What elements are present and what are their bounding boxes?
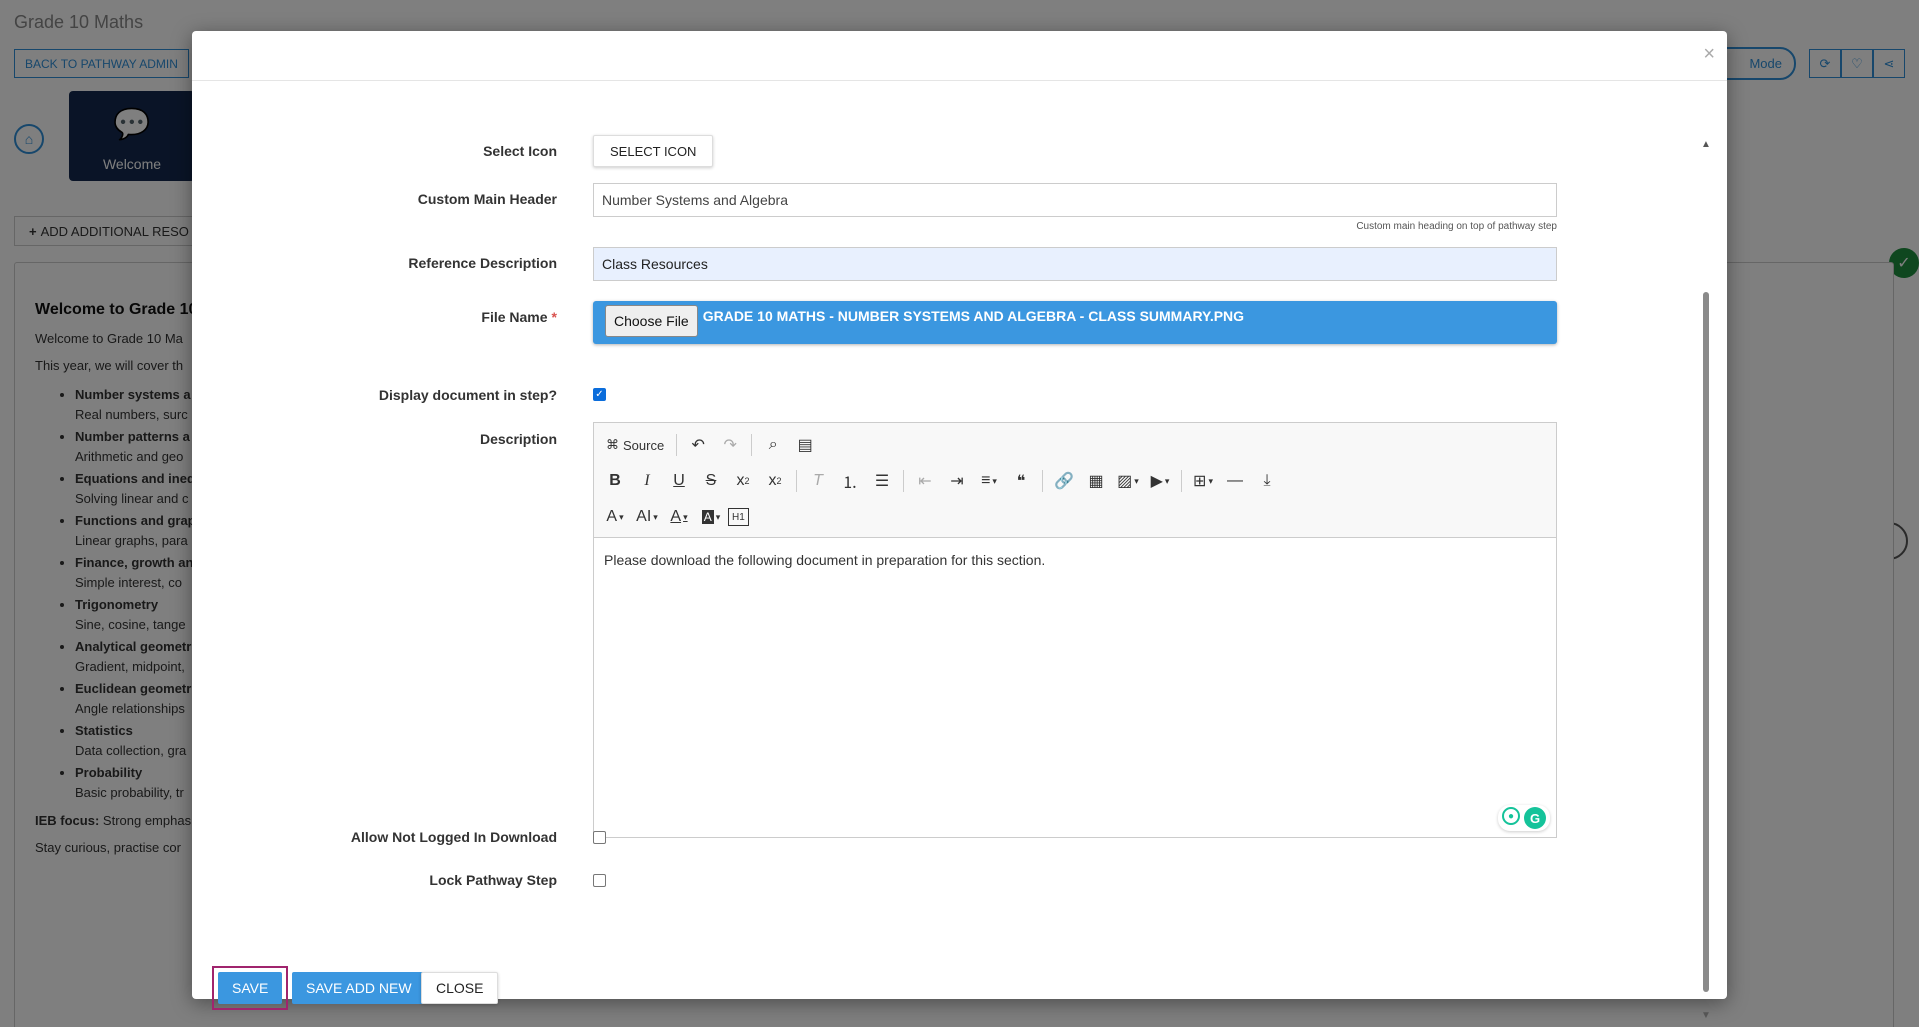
- image-upload-icon[interactable]: ▨ ▾: [1113, 467, 1143, 495]
- reference-description-input[interactable]: Class Resources: [593, 247, 1557, 281]
- blockquote-icon[interactable]: ❝: [1006, 467, 1036, 495]
- source-button[interactable]: ⌘ Source: [600, 431, 670, 459]
- edit-resource-modal: × Select Icon SELECT ICON Custom Main He…: [192, 31, 1727, 1021]
- save-button[interactable]: SAVE: [218, 972, 283, 1004]
- font-color-icon[interactable]: A ▾: [664, 503, 694, 531]
- editor-content[interactable]: Please download the following document i…: [594, 538, 1556, 582]
- redo-icon[interactable]: ↷: [715, 431, 745, 459]
- numbered-list-icon[interactable]: ⒈: [835, 467, 865, 495]
- file-name-label: File Name *: [481, 309, 557, 325]
- scroll-down-icon[interactable]: ▼: [1701, 1010, 1711, 1021]
- table-icon[interactable]: ⊞ ▾: [1188, 467, 1218, 495]
- display-document-label: Display document in step?: [378, 387, 557, 403]
- page-break-icon[interactable]: ⤓: [1252, 467, 1282, 495]
- close-icon[interactable]: ×: [1703, 43, 1715, 66]
- custom-main-header-input[interactable]: Number Systems and Algebra: [593, 183, 1557, 217]
- modal-header: ×: [192, 31, 1727, 81]
- file-name-label-text: File Name: [481, 309, 548, 325]
- save-button-highlight: SAVE: [212, 966, 289, 1010]
- heading-icon[interactable]: A ▾: [600, 503, 630, 531]
- italic-icon[interactable]: I: [632, 467, 662, 495]
- source-label: Source: [623, 437, 665, 453]
- indent-icon[interactable]: ⇥: [942, 467, 972, 495]
- display-document-checkbox[interactable]: ✓: [593, 388, 606, 401]
- strikethrough-icon[interactable]: S: [696, 467, 726, 495]
- font-size-icon[interactable]: AI ▾: [632, 503, 662, 531]
- grammarly-widget[interactable]: ● G: [1498, 805, 1550, 831]
- find-replace-icon[interactable]: ⌕: [758, 431, 788, 459]
- align-icon[interactable]: ≡ ▾: [974, 467, 1004, 495]
- subscript-icon[interactable]: x2: [728, 467, 758, 495]
- lock-pathway-step-label: Lock Pathway Step: [429, 872, 557, 888]
- superscript-icon[interactable]: x2: [760, 467, 790, 495]
- background-color-icon[interactable]: A ▾: [696, 503, 726, 531]
- remove-format-icon[interactable]: T: [803, 467, 833, 495]
- file-upload[interactable]: Choose File GRADE 10 MATHS - NUMBER SYST…: [593, 301, 1557, 344]
- allow-not-logged-in-label: Allow Not Logged In Download: [350, 829, 557, 845]
- required-marker: *: [551, 309, 557, 325]
- custom-main-header-label: Custom Main Header: [417, 191, 557, 207]
- source-icon: ⌘: [606, 437, 619, 452]
- h1-icon[interactable]: H1: [728, 508, 749, 526]
- scrollbar-thumb[interactable]: [1703, 292, 1709, 992]
- lock-pathway-step-checkbox[interactable]: [593, 874, 606, 887]
- modal-scrollbar[interactable]: ▲ ▼: [1701, 139, 1711, 1021]
- outdent-icon[interactable]: ⇤: [910, 467, 940, 495]
- grammarly-icon[interactable]: G: [1524, 807, 1546, 829]
- description-label: Description: [479, 431, 557, 447]
- scroll-up-icon[interactable]: ▲: [1701, 139, 1711, 150]
- allow-not-logged-in-checkbox[interactable]: [593, 831, 606, 844]
- select-icon-button[interactable]: SELECT ICON: [593, 135, 714, 167]
- horizontal-line-icon[interactable]: —: [1220, 467, 1250, 495]
- link-icon[interactable]: 🔗: [1049, 467, 1079, 495]
- underline-icon[interactable]: U: [664, 467, 694, 495]
- select-all-icon[interactable]: ▤: [790, 431, 820, 459]
- bookmark-icon[interactable]: ▦: [1081, 467, 1111, 495]
- undo-icon[interactable]: ↶: [683, 431, 713, 459]
- close-button[interactable]: CLOSE: [421, 972, 499, 1004]
- custom-main-header-help: Custom main heading on top of pathway st…: [1356, 221, 1557, 232]
- save-add-new-button[interactable]: SAVE ADD NEW: [292, 972, 426, 1004]
- media-embed-icon[interactable]: ▶ ▾: [1145, 467, 1175, 495]
- description-editor: ⌘ Source ↶ ↷ ⌕ ▤ B I U S x2 x2 T ⒈ ☰ ⇤ ⇥…: [593, 422, 1557, 838]
- choose-file-button[interactable]: Choose File: [605, 305, 698, 337]
- lightbulb-icon[interactable]: ●: [1502, 807, 1520, 825]
- selected-file-name: GRADE 10 MATHS - NUMBER SYSTEMS AND ALGE…: [702, 308, 1245, 324]
- editor-toolbar: ⌘ Source ↶ ↷ ⌕ ▤ B I U S x2 x2 T ⒈ ☰ ⇤ ⇥…: [594, 423, 1556, 538]
- bold-icon[interactable]: B: [600, 467, 630, 495]
- select-icon-label: Select Icon: [483, 143, 557, 159]
- bulleted-list-icon[interactable]: ☰: [867, 467, 897, 495]
- reference-description-label: Reference Description: [408, 255, 557, 271]
- modal-body: Select Icon SELECT ICON Custom Main Head…: [192, 81, 1727, 1021]
